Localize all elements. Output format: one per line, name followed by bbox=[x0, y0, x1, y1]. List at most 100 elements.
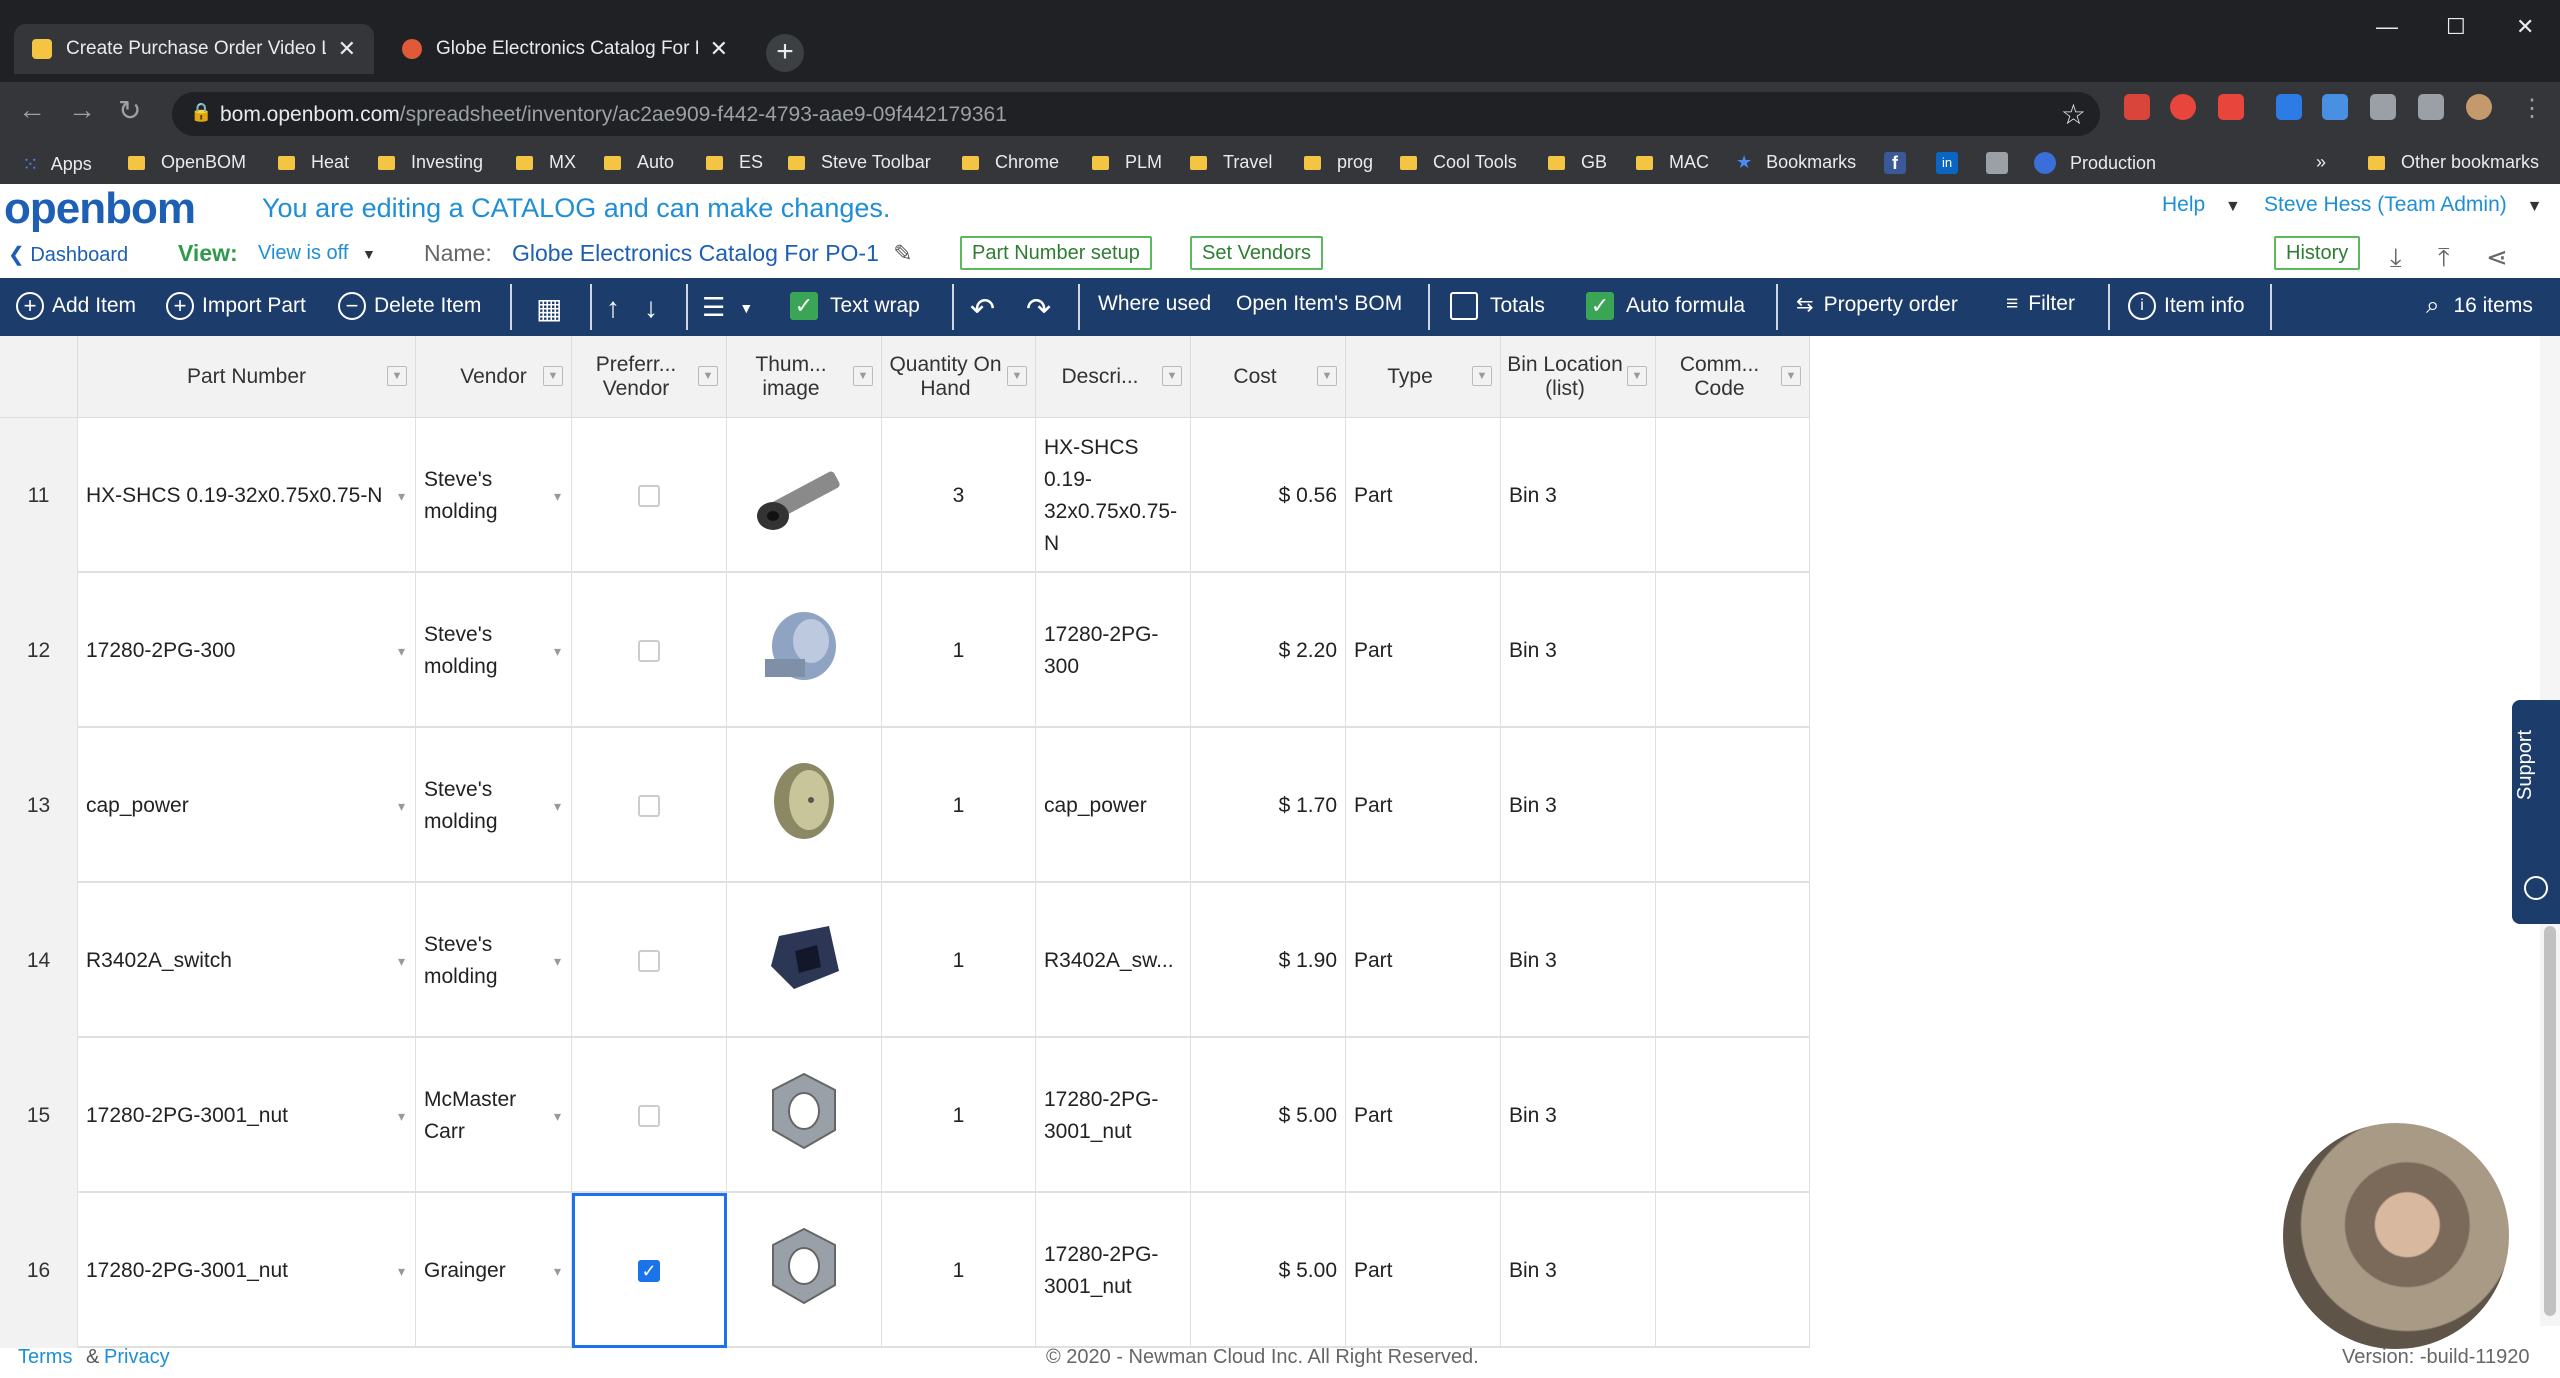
privacy-link[interactable]: Privacy bbox=[104, 1346, 170, 1369]
cost-cell[interactable]: $ 2.20 bbox=[1191, 573, 1346, 728]
description-cell[interactable]: 17280-2PG-3001_nut bbox=[1036, 1038, 1191, 1193]
commodity-code-cell[interactable] bbox=[1656, 573, 1810, 728]
dropdown-arrow-icon[interactable]: ▾ bbox=[398, 635, 405, 667]
table-row[interactable]: 16 17280-2PG-3001_nut ▾ Grainger ▾ ✓ 1 17280-2P… bbox=[0, 1193, 1810, 1348]
close-window-icon[interactable]: ✕ bbox=[2516, 14, 2534, 40]
move-up-icon[interactable]: ↑ bbox=[606, 292, 620, 324]
bookmark-steve-toolbar[interactable]: Steve Toolbar bbox=[788, 152, 931, 173]
table-row[interactable]: 13 cap_power ▾ Steve's molding ▾ 1 cap_power $ … bbox=[0, 728, 1810, 883]
view-dropdown[interactable]: View is off ▼ bbox=[258, 242, 376, 265]
description-cell[interactable]: cap_power bbox=[1036, 728, 1191, 883]
add-item-button[interactable]: + Add Item bbox=[16, 292, 136, 320]
catalog-name[interactable]: Globe Electronics Catalog For PO-1 ✎ bbox=[512, 240, 913, 267]
other-bookmarks[interactable]: Other bookmarks bbox=[2368, 152, 2539, 173]
bin-location-cell[interactable]: Bin 3 bbox=[1501, 883, 1656, 1038]
bookmark-plm[interactable]: PLM bbox=[1092, 152, 1162, 173]
part-number-cell[interactable]: R3402A_switch ▾ bbox=[78, 883, 416, 1038]
bookmark-production[interactable]: Production bbox=[2034, 152, 2156, 174]
quantity-cell[interactable]: 1 bbox=[882, 728, 1036, 883]
share-icon[interactable]: ⋖ bbox=[2486, 242, 2508, 273]
thumbnail-cell[interactable] bbox=[727, 1193, 882, 1348]
checkbox-unchecked-icon[interactable] bbox=[638, 949, 660, 972]
part-number-cell[interactable]: cap_power ▾ bbox=[78, 728, 416, 883]
type-cell[interactable]: Part bbox=[1346, 1038, 1501, 1193]
bookmark-openbom[interactable]: OpenBOM bbox=[128, 152, 246, 173]
bookmark-gb[interactable]: GB bbox=[1548, 152, 1607, 173]
calendar-extension-icon[interactable] bbox=[2124, 94, 2150, 120]
table-row[interactable]: 12 17280-2PG-300 ▾ Steve's molding ▾ 1 17280-2… bbox=[0, 573, 1810, 728]
bookmark-apps[interactable]: ⁙ Apps bbox=[22, 152, 92, 177]
vendor-cell[interactable]: Steve's molding ▾ bbox=[416, 418, 572, 573]
column-header-description[interactable]: Descri... ▼ bbox=[1036, 336, 1191, 418]
undo-icon[interactable]: ↶ bbox=[970, 292, 995, 327]
quantity-cell[interactable]: 1 bbox=[882, 573, 1036, 728]
cost-cell[interactable]: $ 5.00 bbox=[1191, 1193, 1346, 1348]
preferred-vendor-cell[interactable] bbox=[572, 418, 727, 573]
user-menu[interactable]: Steve Hess (Team Admin) ▼ bbox=[2264, 193, 2542, 217]
translate-extension-icon[interactable] bbox=[2276, 94, 2302, 120]
cost-cell[interactable]: $ 1.70 bbox=[1191, 728, 1346, 883]
puzzle-extension-icon[interactable] bbox=[2370, 94, 2396, 120]
linkedin-icon[interactable]: in bbox=[1936, 152, 1958, 174]
tab-create-po-video[interactable]: Create Purchase Order Video Les ✕ bbox=[14, 24, 374, 74]
item-info-button[interactable]: i Item info bbox=[2128, 292, 2245, 320]
vendor-cell[interactable]: McMaster Carr ▾ bbox=[416, 1038, 572, 1193]
dropdown-arrow-icon[interactable]: ▾ bbox=[554, 635, 561, 667]
column-header-vendor[interactable]: Vendor ▼ bbox=[416, 336, 572, 418]
table-row[interactable]: 15 17280-2PG-3001_nut ▾ McMaster Carr ▾ 1 1728… bbox=[0, 1038, 1810, 1193]
terms-link[interactable]: Terms bbox=[18, 1346, 72, 1369]
bookmark-travel[interactable]: Travel bbox=[1190, 152, 1272, 173]
search-items-button[interactable]: ⌕ 16 items bbox=[2426, 292, 2533, 320]
filter-icon[interactable]: ▼ bbox=[1472, 366, 1492, 386]
description-cell[interactable]: R3402A_sw... bbox=[1036, 883, 1191, 1038]
quantity-cell[interactable]: 1 bbox=[882, 883, 1036, 1038]
forward-icon[interactable]: → bbox=[68, 94, 96, 126]
part-number-cell[interactable]: 17280-2PG-3001_nut ▾ bbox=[78, 1193, 416, 1348]
dropdown-arrow-icon[interactable]: ▾ bbox=[554, 1255, 561, 1287]
totals-toggle[interactable]: Totals bbox=[1450, 292, 1545, 320]
dropdown-arrow-icon[interactable]: ▾ bbox=[398, 790, 405, 822]
quantity-cell[interactable]: 3 bbox=[882, 418, 1036, 573]
bookmark-es[interactable]: ES bbox=[706, 152, 763, 173]
align-menu-icon[interactable]: ☰ ▼ bbox=[702, 292, 753, 323]
dropdown-arrow-icon[interactable]: ▾ bbox=[554, 480, 561, 512]
where-used-button[interactable]: Where used bbox=[1098, 292, 1211, 316]
filter-icon[interactable]: ▼ bbox=[698, 366, 718, 386]
checkbox-unchecked-icon[interactable] bbox=[638, 639, 660, 662]
filter-button[interactable]: ≡ Filter bbox=[2006, 292, 2075, 316]
bookmark-mx[interactable]: MX bbox=[516, 152, 576, 173]
tab-globe-catalog[interactable]: Globe Electronics Catalog For PO ✕ bbox=[384, 24, 746, 74]
bin-location-cell[interactable]: Bin 3 bbox=[1501, 1038, 1656, 1193]
dropdown-arrow-icon[interactable]: ▾ bbox=[398, 480, 405, 512]
thumbnail-cell[interactable] bbox=[727, 573, 882, 728]
calculator-icon[interactable] bbox=[1986, 152, 2008, 174]
part-number-setup-button[interactable]: Part Number setup bbox=[960, 236, 1152, 270]
profile-avatar-icon[interactable] bbox=[2466, 94, 2492, 120]
vendor-cell[interactable]: Grainger ▾ bbox=[416, 1193, 572, 1348]
preferred-vendor-cell[interactable]: ✓ bbox=[572, 1193, 727, 1348]
dropdown-arrow-icon[interactable]: ▾ bbox=[398, 1255, 405, 1287]
part-number-cell[interactable]: 17280-2PG-3001_nut ▾ bbox=[78, 1038, 416, 1193]
delete-item-button[interactable]: − Delete Item bbox=[338, 292, 481, 320]
key-extension-icon[interactable] bbox=[2418, 94, 2444, 120]
text-wrap-toggle[interactable]: ✓ Text wrap bbox=[790, 292, 920, 320]
cost-cell[interactable]: $ 5.00 bbox=[1191, 1038, 1346, 1193]
close-tab-icon[interactable]: ✕ bbox=[710, 36, 728, 62]
preferred-vendor-cell[interactable] bbox=[572, 573, 727, 728]
bin-location-cell[interactable]: Bin 3 bbox=[1501, 728, 1656, 883]
column-header-thumbnail[interactable]: Thum... image ▼ bbox=[727, 336, 882, 418]
adblock-extension-icon[interactable] bbox=[2170, 94, 2196, 120]
maximize-icon[interactable]: ☐ bbox=[2446, 14, 2466, 40]
filter-icon[interactable]: ▼ bbox=[543, 366, 563, 386]
bookmark-auto[interactable]: Auto bbox=[604, 152, 674, 173]
bookmark-cool-tools[interactable]: Cool Tools bbox=[1400, 152, 1517, 173]
property-order-button[interactable]: ⇆ Property order bbox=[1796, 292, 1958, 317]
preferred-vendor-cell[interactable] bbox=[572, 728, 727, 883]
column-header-part-number[interactable]: Part Number ▼ bbox=[78, 336, 416, 418]
bookmark-heat[interactable]: Heat bbox=[278, 152, 349, 173]
auto-formula-toggle[interactable]: ✓ Auto formula bbox=[1586, 292, 1745, 320]
support-tab[interactable]: Support bbox=[2512, 700, 2560, 924]
column-header-quantity[interactable]: Quantity On Hand ▼ bbox=[882, 336, 1036, 418]
vendor-cell[interactable]: Steve's molding ▾ bbox=[416, 573, 572, 728]
upload-icon[interactable]: ⤒ bbox=[2438, 242, 2450, 274]
